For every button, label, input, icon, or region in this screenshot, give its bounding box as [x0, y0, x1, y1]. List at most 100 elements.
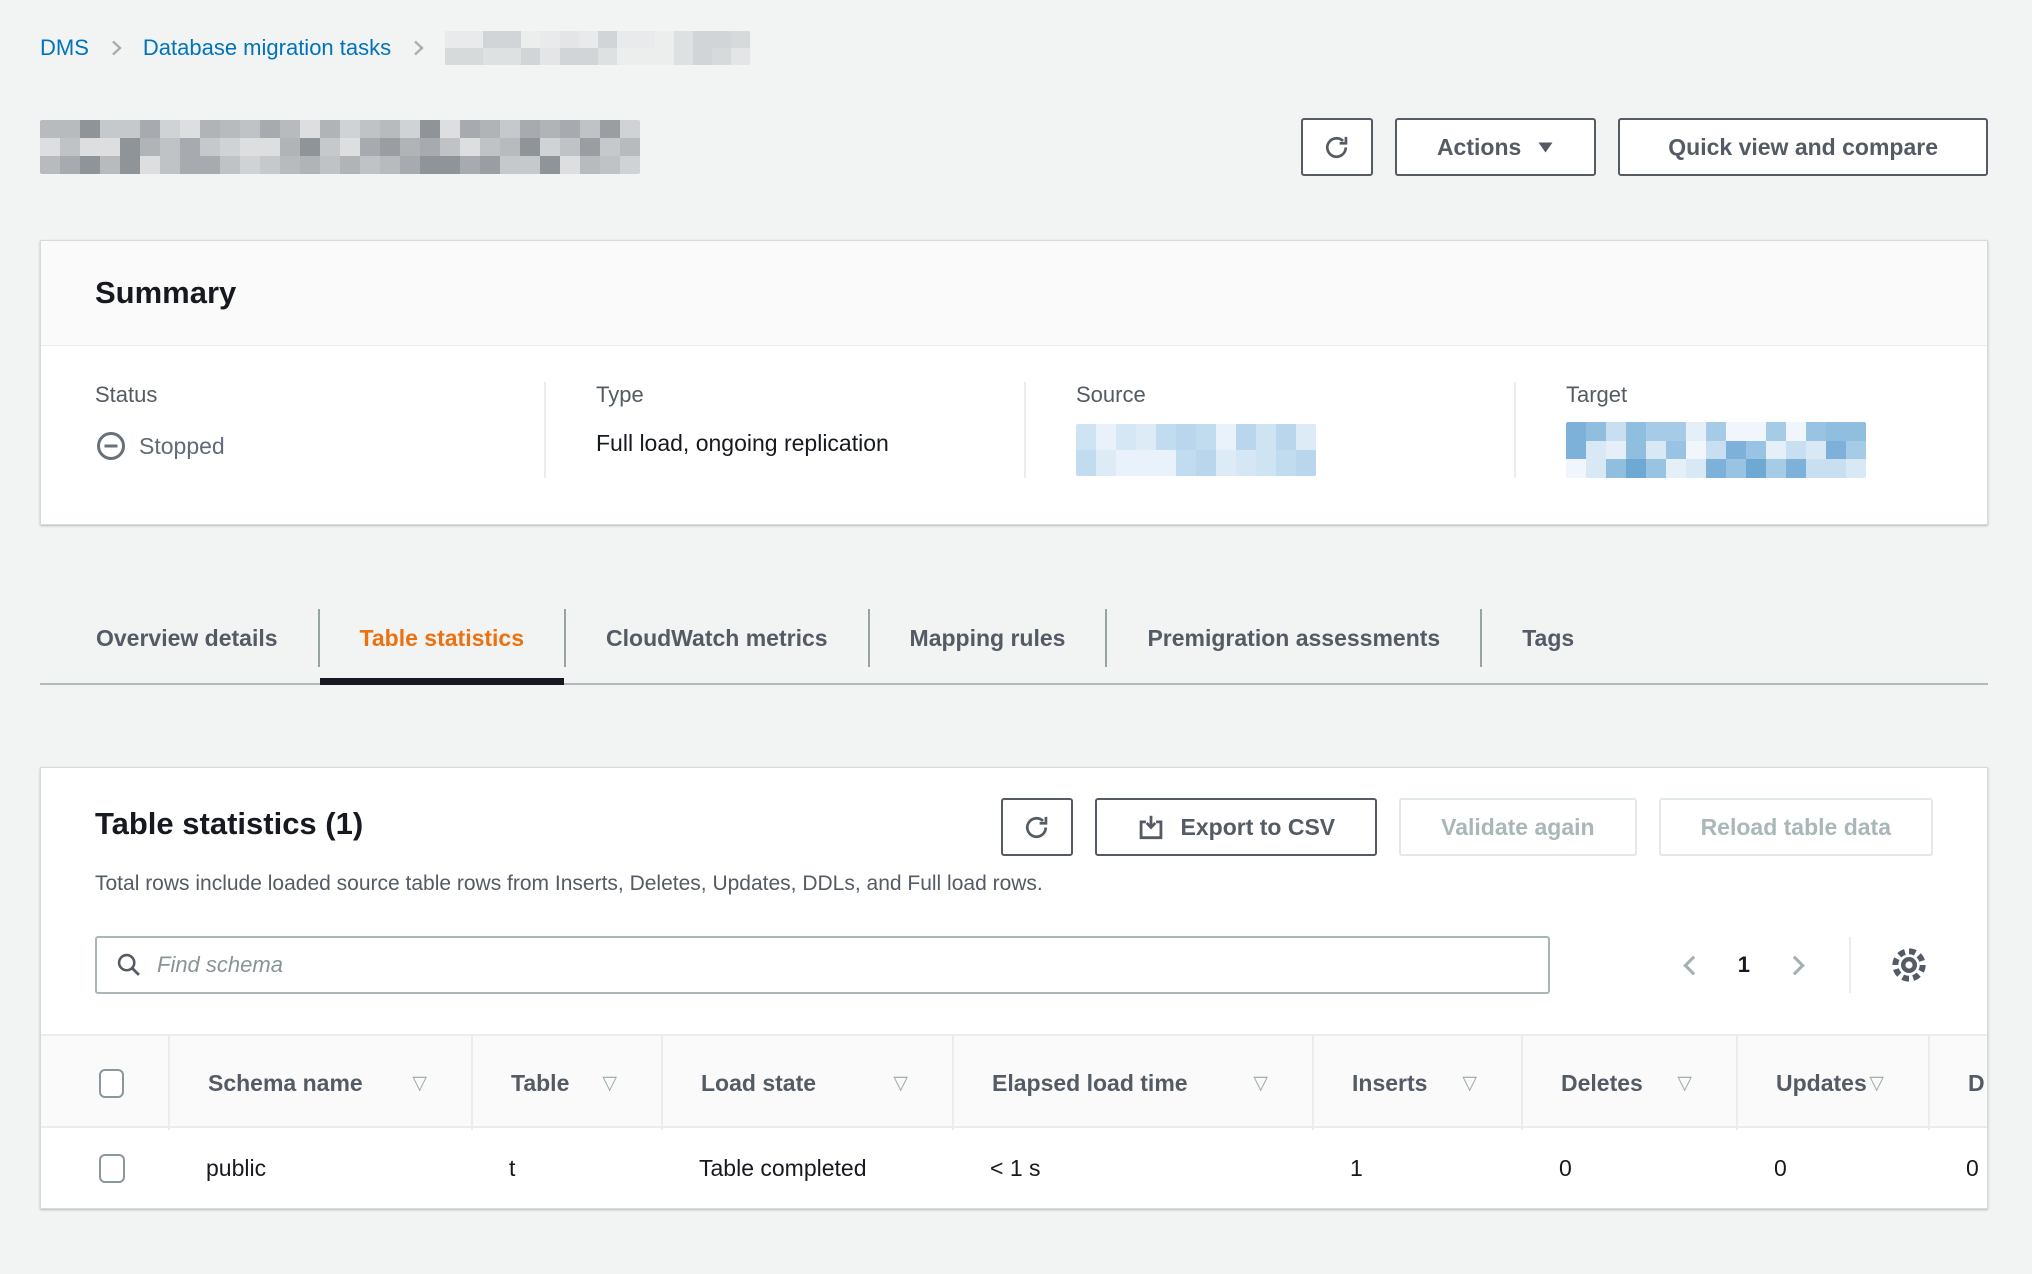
- cell-load-state: Table completed: [661, 1155, 952, 1182]
- type-value: Full load, ongoing replication: [596, 430, 1024, 457]
- sort-icon: ▽: [1869, 1072, 1884, 1095]
- task-detail-tabs: Overview details Table statistics CloudW…: [40, 591, 1988, 685]
- validate-again-button[interactable]: Validate again: [1399, 798, 1636, 856]
- export-to-csv-label: Export to CSV: [1181, 814, 1336, 841]
- chevron-right-icon: [1784, 952, 1811, 979]
- summary-status-column: Status Stopped: [41, 382, 544, 478]
- table-header-label: Table: [511, 1070, 569, 1097]
- stopped-status-icon: [95, 430, 127, 462]
- actions-button-label: Actions: [1437, 134, 1521, 161]
- header-actions: Actions Quick view and compare: [1301, 118, 1988, 176]
- quick-view-compare-button[interactable]: Quick view and compare: [1618, 118, 1988, 176]
- summary-target-column: Target: [1514, 382, 1987, 478]
- table-filter-row: 1: [41, 936, 1987, 994]
- summary-body: Status Stopped Type Full load, ongoing r…: [41, 346, 1987, 524]
- ddls-header-label: D: [1968, 1070, 1985, 1097]
- table-statistics-title: Table statistics (1): [95, 798, 363, 842]
- breadcrumb: DMS Database migration tasks: [40, 30, 1988, 66]
- next-page-button[interactable]: [1780, 948, 1815, 983]
- gear-icon: [1889, 945, 1929, 985]
- sort-icon: ▽: [893, 1072, 908, 1095]
- column-header-updates[interactable]: Updates ▽: [1736, 1036, 1928, 1130]
- table-row: public t Table completed < 1 s 1 0 0 0: [41, 1128, 1988, 1208]
- summary-source-column: Source: [1024, 382, 1514, 478]
- previous-page-button[interactable]: [1673, 948, 1708, 983]
- refresh-icon: [1323, 134, 1350, 161]
- summary-type-column: Type Full load, ongoing replication: [544, 382, 1024, 478]
- quick-view-label: Quick view and compare: [1668, 134, 1938, 161]
- dms-task-page: DMS Database migration tasks Actions: [0, 30, 2032, 1209]
- sort-icon: ▽: [1462, 1072, 1477, 1095]
- column-header-load-state[interactable]: Load state ▽: [661, 1036, 952, 1130]
- select-all-checkbox[interactable]: [99, 1069, 124, 1098]
- cell-ddls-clipped: 0: [1928, 1155, 1988, 1182]
- cell-deletes: 0: [1521, 1155, 1736, 1182]
- deletes-header-label: Deletes: [1561, 1070, 1643, 1097]
- column-header-elapsed-load-time[interactable]: Elapsed load time ▽: [952, 1036, 1312, 1130]
- cell-inserts: 1: [1312, 1155, 1521, 1182]
- refresh-button[interactable]: [1301, 118, 1373, 176]
- export-to-csv-button[interactable]: Export to CSV: [1095, 798, 1378, 856]
- table-refresh-button[interactable]: [1001, 798, 1073, 856]
- pagination-divider: [1849, 937, 1851, 993]
- column-header-inserts[interactable]: Inserts ▽: [1312, 1036, 1521, 1130]
- status-label: Status: [95, 382, 544, 408]
- target-label: Target: [1566, 382, 1987, 408]
- sort-icon: ▽: [602, 1072, 617, 1095]
- table-preferences-button[interactable]: [1885, 941, 1933, 989]
- summary-card-header: Summary: [41, 241, 1987, 346]
- table-statistics-table: Schema name ▽ Table ▽ Load state ▽ Elaps…: [41, 1034, 1988, 1208]
- updates-header-label: Updates: [1776, 1070, 1867, 1097]
- target-endpoint-redacted: [1566, 422, 1866, 478]
- sort-icon: ▽: [1677, 1072, 1692, 1095]
- page-title-redacted: [40, 120, 640, 174]
- tab-cloudwatch-metrics[interactable]: CloudWatch metrics: [566, 591, 868, 685]
- column-header-ddls-clipped[interactable]: D: [1928, 1036, 1988, 1130]
- row-select-cell: [41, 1154, 168, 1183]
- breadcrumb-dms-link[interactable]: DMS: [40, 35, 89, 61]
- reload-table-data-label: Reload table data: [1701, 814, 1891, 841]
- sort-icon: ▽: [412, 1072, 427, 1095]
- breadcrumb-tasks-link[interactable]: Database migration tasks: [143, 35, 391, 61]
- tab-mapping-rules[interactable]: Mapping rules: [870, 591, 1106, 685]
- refresh-icon: [1023, 814, 1050, 841]
- reload-table-data-button[interactable]: Reload table data: [1659, 798, 1933, 856]
- column-header-deletes[interactable]: Deletes ▽: [1521, 1036, 1736, 1130]
- tab-tags[interactable]: Tags: [1482, 591, 1614, 685]
- chevron-right-icon: [407, 37, 429, 59]
- row-checkbox[interactable]: [99, 1154, 125, 1183]
- tab-table-statistics[interactable]: Table statistics: [320, 591, 564, 685]
- table-header-row: Schema name ▽ Table ▽ Load state ▽ Elaps…: [41, 1034, 1988, 1128]
- download-icon: [1137, 813, 1165, 841]
- tab-premigration-assessments[interactable]: Premigration assessments: [1107, 591, 1480, 685]
- column-header-table[interactable]: Table ▽: [471, 1036, 661, 1130]
- select-all-cell: [41, 1036, 168, 1130]
- pagination: 1: [1673, 937, 1933, 993]
- cell-table: t: [471, 1155, 661, 1182]
- breadcrumb-current-redacted: [445, 31, 750, 65]
- caret-down-icon: [1537, 141, 1554, 154]
- elapsed-load-time-header-label: Elapsed load time: [992, 1070, 1188, 1097]
- cell-updates: 0: [1736, 1155, 1928, 1182]
- cell-schema-name: public: [168, 1155, 471, 1182]
- schema-name-header-label: Schema name: [208, 1070, 363, 1097]
- schema-search-box: [95, 936, 1550, 994]
- find-schema-input[interactable]: [157, 952, 1530, 978]
- chevron-left-icon: [1677, 952, 1704, 979]
- actions-button[interactable]: Actions: [1395, 118, 1596, 176]
- search-icon: [115, 951, 143, 979]
- table-card-actions: Export to CSV Validate again Reload tabl…: [1001, 798, 1933, 856]
- status-value: Stopped: [139, 433, 225, 460]
- table-card-header: Table statistics (1): [41, 798, 1987, 856]
- inserts-header-label: Inserts: [1352, 1070, 1427, 1097]
- chevron-right-icon: [105, 37, 127, 59]
- source-label: Source: [1076, 382, 1514, 408]
- tab-overview-details[interactable]: Overview details: [56, 591, 318, 685]
- column-header-schema-name[interactable]: Schema name ▽: [168, 1036, 471, 1130]
- page-header: Actions Quick view and compare: [40, 118, 1988, 176]
- page-number-1[interactable]: 1: [1738, 952, 1750, 978]
- summary-card: Summary Status Stopped Type Full load,: [40, 240, 1988, 525]
- sort-icon: ▽: [1253, 1072, 1268, 1095]
- source-endpoint-redacted: [1076, 424, 1316, 476]
- table-statistics-card: Table statistics (1): [40, 767, 1988, 1209]
